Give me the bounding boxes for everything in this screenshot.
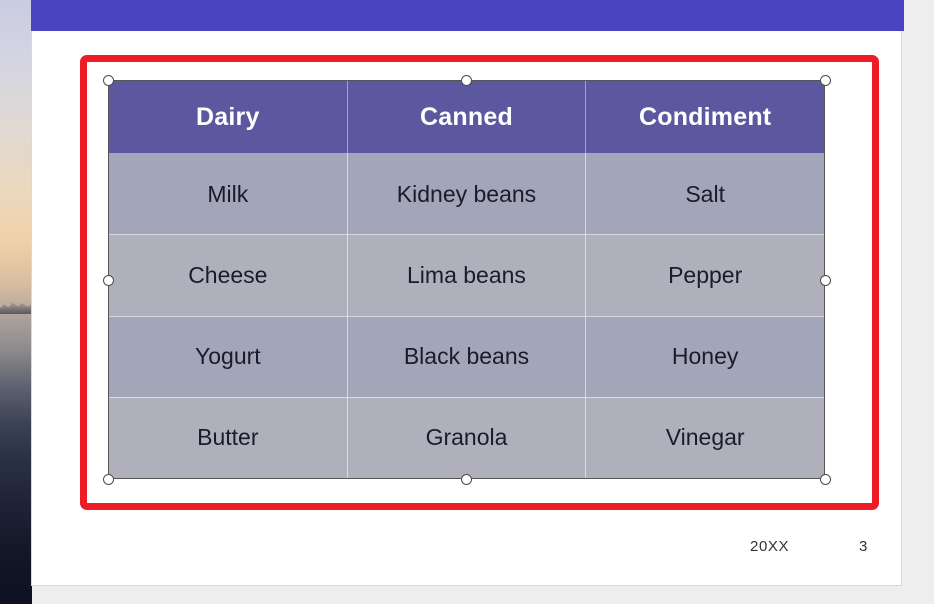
handle-middle-right[interactable]: [819, 274, 831, 286]
table-cell[interactable]: Milk: [108, 152, 348, 236]
table-row[interactable]: Milk Kidney beans Salt: [108, 152, 825, 236]
handle-top-center[interactable]: [460, 74, 472, 86]
table-cell[interactable]: Vinegar: [585, 396, 825, 480]
table-header-cell-canned[interactable]: Canned: [346, 80, 587, 154]
handle-bottom-right[interactable]: [819, 473, 831, 485]
slide-footer-year: 20XX: [750, 538, 790, 555]
table-body: Milk Kidney beans Salt Cheese Lima beans…: [108, 152, 825, 480]
slide-table-shape[interactable]: Dairy Canned Condiment Milk Kidney beans…: [108, 80, 825, 480]
table-row[interactable]: Yogurt Black beans Honey: [108, 315, 825, 398]
slide-canvas[interactable]: Dairy Canned Condiment Milk Kidney beans…: [31, 31, 902, 586]
table-cell[interactable]: Pepper: [585, 234, 825, 317]
table-header-cell-dairy[interactable]: Dairy: [108, 80, 348, 154]
table-cell[interactable]: Granola: [346, 396, 587, 480]
ingredients-table[interactable]: Dairy Canned Condiment Milk Kidney beans…: [108, 80, 825, 480]
handle-top-right[interactable]: [819, 74, 831, 86]
slide-page-number: 3: [859, 538, 868, 555]
table-cell[interactable]: Lima beans: [346, 234, 587, 317]
table-row[interactable]: Cheese Lima beans Pepper: [108, 234, 825, 317]
handle-top-left[interactable]: [102, 74, 114, 86]
presentation-app-window: Dairy Canned Condiment Milk Kidney beans…: [31, 0, 904, 588]
table-row[interactable]: Butter Granola Vinegar: [108, 396, 825, 480]
app-title-bar: [31, 0, 904, 31]
table-cell[interactable]: Butter: [108, 396, 348, 480]
table-header-cell-condiment[interactable]: Condiment: [585, 80, 825, 154]
table-cell[interactable]: Honey: [585, 315, 825, 398]
table-cell[interactable]: Yogurt: [108, 315, 348, 398]
table-header-row: Dairy Canned Condiment: [108, 80, 825, 154]
table-cell[interactable]: Kidney beans: [346, 152, 587, 236]
desktop-wallpaper: [0, 0, 32, 604]
table-cell[interactable]: Salt: [585, 152, 825, 236]
table-header-row-group: Dairy Canned Condiment: [108, 80, 825, 154]
handle-bottom-center[interactable]: [460, 473, 472, 485]
table-cell[interactable]: Cheese: [108, 234, 348, 317]
table-cell[interactable]: Black beans: [346, 315, 587, 398]
handle-middle-left[interactable]: [102, 274, 114, 286]
handle-bottom-left[interactable]: [102, 473, 114, 485]
